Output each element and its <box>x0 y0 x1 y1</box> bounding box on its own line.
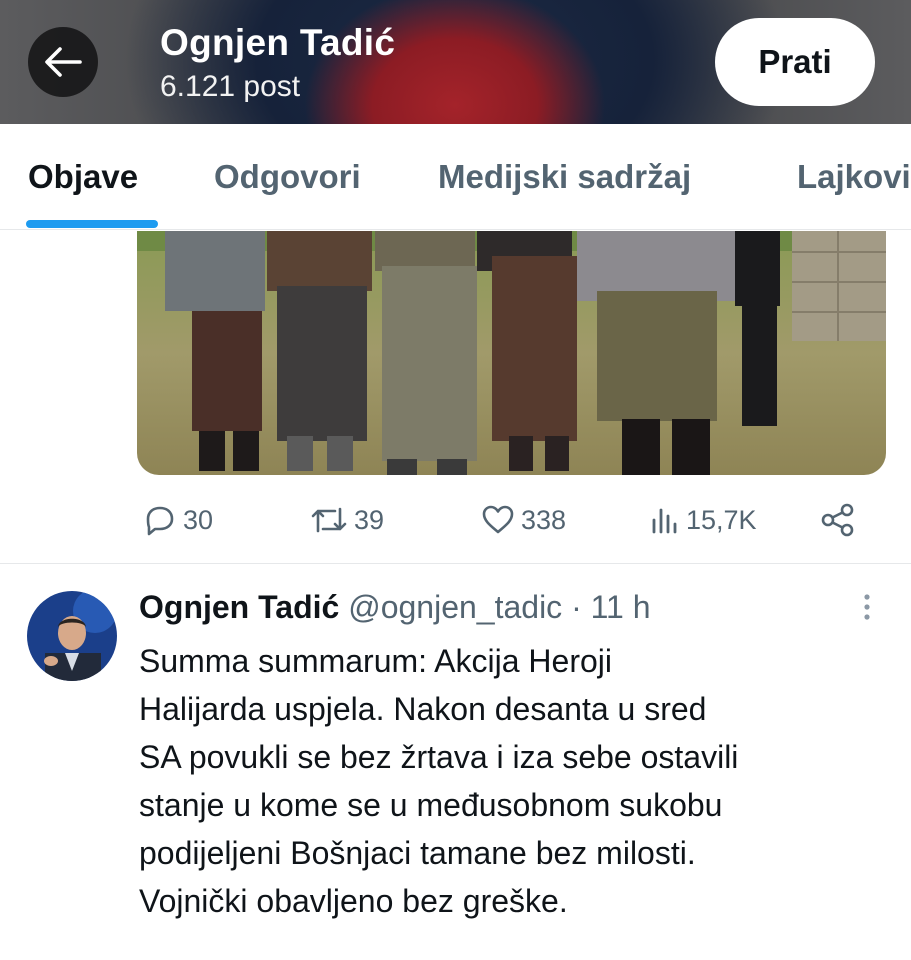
vertical-dots-icon <box>864 594 870 620</box>
avatar[interactable] <box>27 591 117 681</box>
post-author-handle[interactable]: @ognjen_tadic <box>348 589 562 625</box>
views-button[interactable]: 15,7K <box>650 498 757 542</box>
repost-count: 39 <box>354 504 385 535</box>
post-text-line: stanje u kome se u međusobnom sukobu <box>139 787 723 823</box>
post-text-line: Summa summarum: Akcija Heroji <box>139 643 612 679</box>
share-icon <box>821 503 854 537</box>
repost-icon <box>311 507 347 533</box>
post-text-line: Vojnički obavljeno bez greške. <box>139 883 568 919</box>
tab-likes[interactable]: Lajkovi <box>797 124 911 229</box>
header-title-block: Ognjen Tadić 6.121 post <box>160 18 395 106</box>
tab-posts[interactable]: Objave <box>28 124 138 229</box>
post-count: 6.121 post <box>160 70 301 103</box>
post-divider <box>0 563 911 564</box>
more-options-button[interactable] <box>856 592 878 624</box>
post-photo[interactable] <box>137 231 886 475</box>
profile-header: Ognjen Tadić 6.121 post Prati <box>0 0 911 124</box>
post-text: Summa summarum: Akcija Heroji Halijarda … <box>139 637 899 925</box>
reply-button[interactable]: 30 <box>143 498 213 542</box>
views-chart-icon <box>652 508 677 534</box>
profile-tabs: Objave Odgovori Medijski sadržaj Lajkovi <box>0 124 911 230</box>
post-text-line: Halijarda uspjela. Nakon desanta u sred <box>139 691 707 727</box>
avatar-image <box>27 591 117 681</box>
share-button[interactable] <box>820 498 856 542</box>
active-tab-indicator <box>26 220 158 228</box>
profile-name: Ognjen Tadić <box>160 22 396 63</box>
post-header: Ognjen Tadić @ognjen_tadic · 11 h <box>139 585 651 629</box>
post-separator: · <box>571 589 582 625</box>
like-count: 338 <box>521 504 567 535</box>
repost-button[interactable]: 39 <box>310 498 384 542</box>
reply-icon <box>146 506 174 536</box>
tab-media[interactable]: Medijski sadržaj <box>438 124 691 229</box>
post-timestamp[interactable]: 11 h <box>591 589 651 625</box>
like-button[interactable]: 338 <box>481 498 566 542</box>
views-count: 15,7K <box>686 504 757 535</box>
photo-image <box>137 231 886 475</box>
post-actions: 30 39 338 15,7K <box>0 490 911 550</box>
arrow-left-icon <box>45 47 82 77</box>
post-text-line: SA povukli se bez žrtava i iza sebe osta… <box>139 739 739 775</box>
back-button[interactable] <box>28 27 98 97</box>
reply-count: 30 <box>183 504 214 535</box>
post-author-name[interactable]: Ognjen Tadić <box>139 589 339 625</box>
tab-replies[interactable]: Odgovori <box>214 124 361 229</box>
follow-button[interactable]: Prati <box>715 18 875 106</box>
heart-icon <box>482 505 514 534</box>
post-text-line: podijeljeni Bošnjaci tamane bez milosti. <box>139 835 696 871</box>
